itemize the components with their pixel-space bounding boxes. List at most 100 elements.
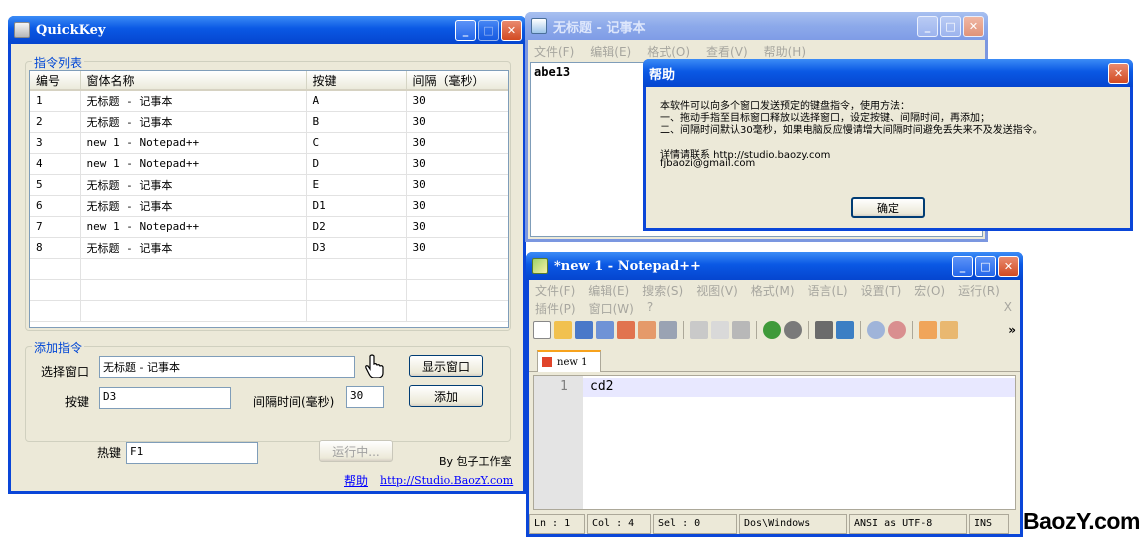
open-file-icon[interactable] [554,321,572,339]
interval-field[interactable]: 30 [346,386,384,408]
row-interval: 30 [406,90,508,112]
help-titlebar[interactable]: 帮助 ✕ [643,59,1133,87]
zoom-out-icon[interactable] [888,321,906,339]
npp-menu-edit[interactable]: 编辑(E) [588,282,629,299]
close-all-icon[interactable] [638,321,656,339]
npp-menubar-row1: 文件(F) 编辑(E) 搜索(S) 视图(V) 格式(M) 语言(L) 设置(T… [529,280,1020,299]
add-button[interactable]: 添加 [409,385,483,407]
website-link[interactable]: http://Studio.BaozY.com [380,474,513,487]
table-row[interactable]: 6 无标题 - 记事本 D1 30 [30,195,508,217]
new-file-icon[interactable] [533,321,551,339]
help-link[interactable]: 帮助 [344,472,368,489]
watermark-logo: BaozY.com [1023,508,1140,534]
notepad-maximize-button[interactable]: □ [940,15,961,37]
undo-icon[interactable] [763,321,781,339]
column-header-interval[interactable]: 间隔（毫秒） [406,71,508,91]
menu-help[interactable]: 帮助(H) [764,43,806,60]
row-key: D3 [306,237,407,259]
npp-statusbar: Ln : 1 Col : 4 Sel : 0 Dos\Windows ANSI … [529,514,1020,534]
column-header-window-name[interactable]: 窗体名称 [80,71,307,91]
ok-button[interactable]: 确定 [851,197,925,218]
notepad-titlebar[interactable]: 无标题 - 记事本 _ □ ✕ [525,12,988,40]
npp-minimize-button[interactable]: _ [952,255,973,277]
npp-menu-format[interactable]: 格式(M) [751,282,795,299]
row-key: B [306,111,407,133]
table-row[interactable]: 7 new 1 - Notepad++ D2 30 [30,216,508,238]
row-window-name: new 1 - Notepad++ [80,132,307,154]
line-number-gutter [534,376,583,509]
menu-file[interactable]: 文件(F) [534,43,574,60]
row-number: 7 [30,216,81,238]
copy-icon[interactable] [711,321,729,339]
table-row[interactable]: 5 无标题 - 记事本 E 30 [30,174,508,196]
window-name-field[interactable]: 无标题 - 记事本 [99,356,355,378]
toolbar-overflow-icon[interactable]: » [1008,323,1016,337]
npp-menu-run[interactable]: 运行(R) [958,282,1000,299]
notepad-minimize-button[interactable]: _ [917,15,938,37]
hotkey-field[interactable]: F1 [126,442,258,464]
status-column: Col : 4 [587,514,651,534]
close-button[interactable]: ✕ [501,19,522,41]
minimize-button[interactable]: _ [455,19,476,41]
npp-menu-window[interactable]: 窗口(W) [589,300,634,317]
npp-menu-language[interactable]: 语言(L) [808,282,848,299]
command-list-label: 指令列表 [32,54,85,71]
column-header-number[interactable]: 编号 [30,71,81,91]
zoom-in-icon[interactable] [867,321,885,339]
toolbar-separator [756,321,757,339]
npp-close-button[interactable]: ✕ [998,255,1019,277]
notepad-close-button[interactable]: ✕ [963,15,984,37]
npp-menu-settings[interactable]: 设置(T) [861,282,902,299]
notepadpp-app-icon [532,258,548,274]
row-interval: 30 [406,111,508,133]
npp-editor[interactable]: 1 cd2 [533,375,1016,510]
table-row[interactable]: 3 new 1 - Notepad++ C 30 [30,132,508,154]
paste-icon[interactable] [732,321,750,339]
help-close-button[interactable]: ✕ [1108,62,1129,84]
show-window-button[interactable]: 显示窗口 [409,355,483,377]
row-key: A [306,90,407,112]
menu-format[interactable]: 格式(O) [647,43,690,60]
menu-edit[interactable]: 编辑(E) [590,43,631,60]
table-row[interactable]: 2 无标题 - 记事本 B 30 [30,111,508,133]
tab-new-1[interactable]: new 1 [537,350,601,372]
unsaved-file-icon [542,357,552,367]
row-number: 3 [30,132,81,154]
npp-menu-plugins[interactable]: 插件(P) [535,300,576,317]
column-header-key[interactable]: 按键 [306,71,407,91]
npp-menu-about[interactable]: ? [647,300,653,317]
redo-icon[interactable] [784,321,802,339]
print-icon[interactable] [659,321,677,339]
npp-menu-file[interactable]: 文件(F) [535,282,575,299]
save-icon[interactable] [575,321,593,339]
word-wrap-icon[interactable] [940,321,958,339]
table-row[interactable]: 4 new 1 - Notepad++ D 30 [30,153,508,175]
row-number: 4 [30,153,81,175]
interval-label: 间隔时间(毫秒) [253,395,335,409]
table-row[interactable]: 8 无标题 - 记事本 D3 30 [30,237,508,259]
sync-scroll-icon[interactable] [919,321,937,339]
hand-pointer-icon[interactable] [364,354,384,378]
replace-icon[interactable] [836,321,854,339]
menu-view[interactable]: 查看(V) [706,43,748,60]
key-field[interactable]: D3 [99,387,231,409]
npp-menu-macro[interactable]: 宏(O) [914,282,945,299]
cut-icon[interactable] [690,321,708,339]
quickkey-titlebar[interactable]: QuickKey _ □ ✕ [8,16,526,44]
key-label: 按键 [65,395,90,409]
npp-menu-search[interactable]: 搜索(S) [642,282,683,299]
app-icon [14,22,30,38]
save-all-icon[interactable] [596,321,614,339]
code-line: cd2 [590,379,614,394]
close-file-icon[interactable] [617,321,635,339]
npp-toolbar: » [529,317,1020,343]
find-icon[interactable] [815,321,833,339]
maximize-button[interactable]: □ [478,19,499,41]
npp-menu-view[interactable]: 视图(V) [696,282,738,299]
notepadpp-titlebar[interactable]: *new 1 - Notepad++ _ □ ✕ [526,252,1023,280]
quickkey-client: 指令列表 编号 窗体名称 按键 间隔（毫秒） 1 无标题 - 记事本 A 30 2 无标… [11,44,523,491]
table-row[interactable]: 1 无标题 - 记事本 A 30 [30,90,508,112]
npp-menu-close-doc[interactable]: X [1004,300,1012,314]
command-list[interactable]: 编号 窗体名称 按键 间隔（毫秒） 1 无标题 - 记事本 A 30 2 无标题 - 记… [29,70,509,328]
npp-maximize-button[interactable]: □ [975,255,996,277]
